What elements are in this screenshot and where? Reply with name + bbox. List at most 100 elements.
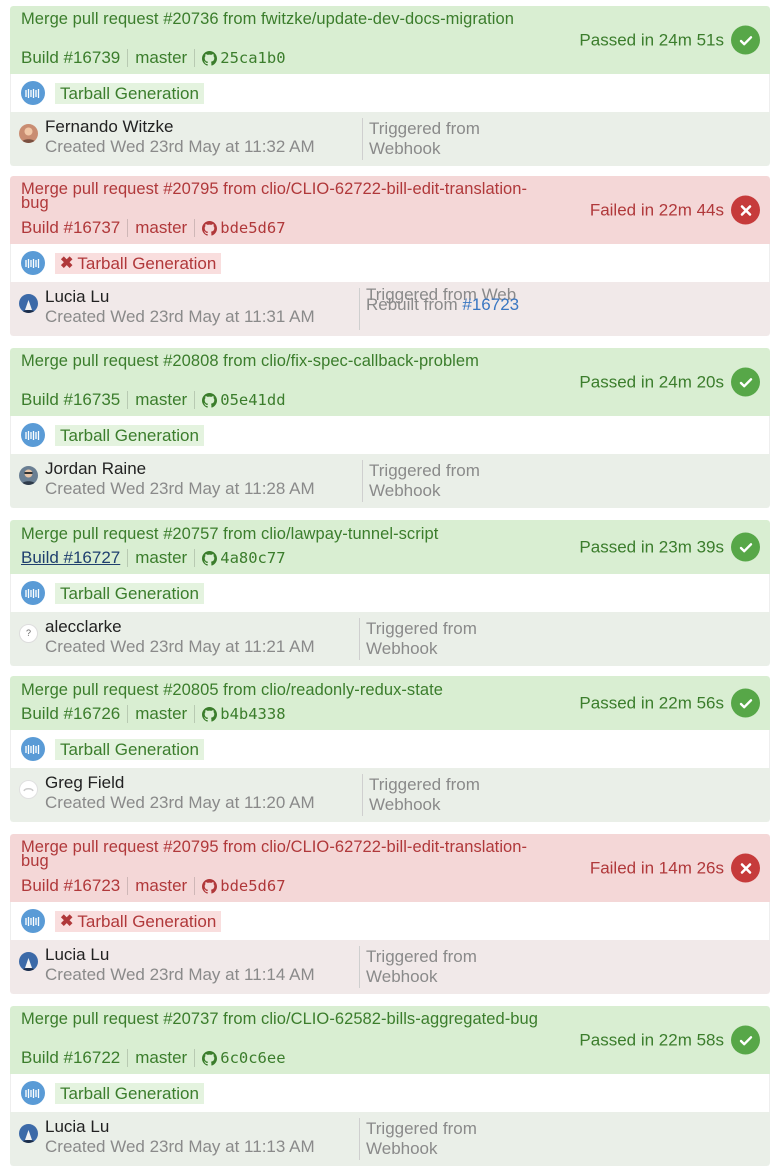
job-row: Tarball Generation: [10, 416, 770, 454]
build-info: Lucia Lu Created Wed 23rd May at 11:31 A…: [10, 282, 770, 336]
trigger-type: Webhook: [369, 139, 441, 158]
x-icon: ✖: [60, 254, 74, 272]
divider: [359, 288, 360, 330]
build-number-link[interactable]: Build #16726: [21, 704, 120, 724]
build-card: Merge pull request #20757 from clio/lawp…: [10, 520, 770, 666]
commit-sha: 05e41dd: [220, 391, 286, 409]
photo-avatar-icon: [19, 294, 38, 313]
build-header[interactable]: Merge pull request #20795 from clio/CLIO…: [10, 834, 770, 902]
build-header[interactable]: Merge pull request #20795 from clio/CLIO…: [10, 176, 770, 244]
trigger-type: Webhook: [366, 967, 438, 986]
build-header[interactable]: Merge pull request #20805 from clio/read…: [10, 676, 770, 730]
created-time: Created Wed 23rd May at 11:32 AM: [45, 137, 315, 156]
status-text: Failed in 22m 44s: [589, 200, 724, 219]
author-name: Lucia Lu: [45, 287, 110, 306]
created-time: Created Wed 23rd May at 11:31 AM: [45, 307, 315, 326]
branch-name[interactable]: master: [135, 390, 187, 410]
build-number-link[interactable]: Build #16739: [21, 48, 120, 68]
build-info: Lucia Lu Created Wed 23rd May at 11:14 A…: [10, 940, 770, 994]
build-title[interactable]: Merge pull request #20795 from clio/CLIO…: [21, 181, 546, 212]
photo-avatar-icon: [19, 124, 38, 143]
commit-link[interactable]: bde5d67: [202, 218, 286, 238]
commit-sha: b4b4338: [220, 705, 286, 723]
created-time: Created Wed 23rd May at 11:21 AM: [45, 637, 315, 656]
check-circle-icon: [731, 688, 760, 718]
job-label: Tarball Generation: [60, 583, 199, 603]
pipeline-icon: [21, 1081, 45, 1105]
build-title[interactable]: Merge pull request #20736 from fwitzke/u…: [21, 11, 546, 28]
job-tarball-generation[interactable]: Tarball Generation: [55, 424, 204, 446]
check-circle-icon: [731, 532, 760, 562]
build-info: Jordan Raine Created Wed 23rd May at 11:…: [10, 454, 770, 508]
build-info: Fernando Witzke Created Wed 23rd May at …: [10, 112, 770, 166]
branch-name[interactable]: master: [135, 48, 187, 68]
trigger-source: Triggered from: [366, 1119, 477, 1138]
commit-link[interactable]: b4b4338: [202, 704, 286, 724]
job-tarball-generation[interactable]: Tarball Generation: [55, 82, 204, 104]
author-name: Jordan Raine: [45, 459, 147, 478]
build-title[interactable]: Merge pull request #20737 from clio/CLIO…: [21, 1011, 546, 1028]
status-text: Passed in 24m 20s: [579, 372, 724, 391]
check-circle-icon: [731, 367, 760, 397]
branch-name[interactable]: master: [135, 1048, 187, 1068]
commit-link[interactable]: bde5d67: [202, 876, 286, 896]
divider: [362, 460, 363, 502]
divider: [359, 946, 360, 988]
branch-name[interactable]: master: [135, 548, 187, 568]
trigger-source: Triggered from: [369, 775, 480, 794]
build-list: Merge pull request #20736 from fwitzke/u…: [10, 6, 770, 1166]
branch-name[interactable]: master: [135, 876, 187, 896]
build-title[interactable]: Merge pull request #20757 from clio/lawp…: [21, 526, 546, 543]
check-circle-icon: [731, 25, 760, 55]
build-number-link[interactable]: Build #16737: [21, 218, 120, 238]
trigger-source: Triggered from: [369, 119, 480, 138]
build-title[interactable]: Merge pull request #20795 from clio/CLIO…: [21, 839, 546, 870]
build-header[interactable]: Merge pull request #20808 from clio/fix-…: [10, 348, 770, 416]
branch-name[interactable]: master: [135, 218, 187, 238]
github-icon: [202, 878, 218, 894]
job-tarball-generation[interactable]: Tarball Generation: [55, 582, 204, 604]
branch-name[interactable]: master: [135, 704, 187, 724]
trigger-source: Triggered from: [369, 461, 480, 480]
divider: [127, 877, 129, 895]
unknown-avatar-icon: ?: [19, 624, 38, 643]
status-text: Passed in 23m 39s: [579, 537, 724, 556]
build-number-link[interactable]: Build #16727: [21, 548, 120, 568]
placeholder-avatar-icon: [19, 780, 38, 799]
build-title[interactable]: Merge pull request #20805 from clio/read…: [21, 682, 546, 699]
job-tarball-generation[interactable]: Tarball Generation: [55, 1082, 204, 1104]
divider: [194, 1049, 196, 1067]
commit-link[interactable]: 25ca1b0: [202, 48, 286, 68]
pipeline-icon: [21, 737, 45, 761]
pipeline-icon: [21, 909, 45, 933]
divider: [194, 877, 196, 895]
build-header[interactable]: Merge pull request #20736 from fwitzke/u…: [10, 6, 770, 74]
commit-link[interactable]: 05e41dd: [202, 390, 286, 410]
build-title[interactable]: Merge pull request #20808 from clio/fix-…: [21, 353, 546, 370]
build-header[interactable]: Merge pull request #20737 from clio/CLIO…: [10, 1006, 770, 1074]
divider: [127, 219, 129, 237]
build-card: Merge pull request #20795 from clio/CLIO…: [10, 834, 770, 994]
status-text: Passed in 22m 58s: [579, 1030, 724, 1049]
build-number-link[interactable]: Build #16735: [21, 390, 120, 410]
build-number-link[interactable]: Build #16723: [21, 876, 120, 896]
commit-sha: 25ca1b0: [220, 49, 286, 67]
divider: [194, 549, 196, 567]
build-card: Merge pull request #20736 from fwitzke/u…: [10, 6, 770, 166]
status-text: Passed in 24m 51s: [579, 30, 724, 49]
divider: [194, 705, 196, 723]
build-meta: Build #16739 master 25ca1b0: [21, 48, 286, 68]
divider: [194, 49, 196, 67]
build-number-link[interactable]: Build #16722: [21, 1048, 120, 1068]
rebuilt-build-link[interactable]: #16723: [462, 295, 519, 314]
job-tarball-generation[interactable]: ✖ Tarball Generation: [55, 910, 222, 932]
commit-link[interactable]: 4a80c77: [202, 548, 286, 568]
created-time: Created Wed 23rd May at 11:14 AM: [45, 965, 315, 984]
commit-link[interactable]: 6c0c6ee: [202, 1048, 286, 1068]
job-tarball-generation[interactable]: ✖ Tarball Generation: [55, 252, 222, 274]
commit-sha: bde5d67: [220, 877, 286, 895]
build-header[interactable]: Merge pull request #20757 from clio/lawp…: [10, 520, 770, 574]
divider: [359, 1118, 360, 1160]
job-tarball-generation[interactable]: Tarball Generation: [55, 738, 204, 760]
build-card: Merge pull request #20808 from clio/fix-…: [10, 348, 770, 508]
